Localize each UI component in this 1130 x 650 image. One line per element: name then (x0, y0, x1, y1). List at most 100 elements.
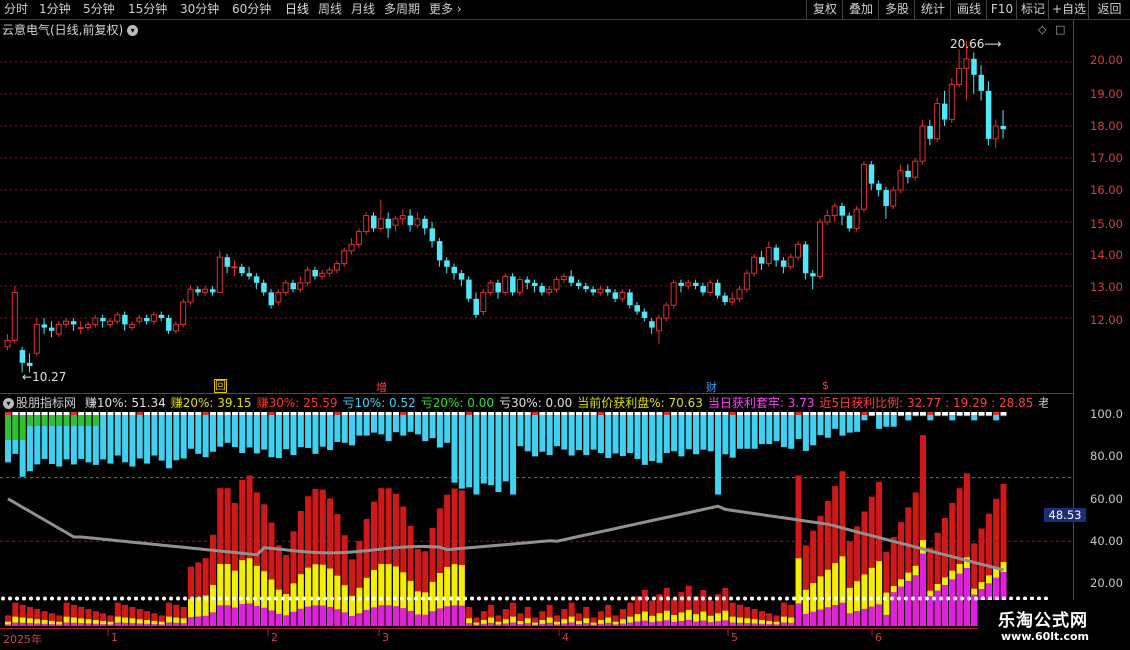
candle-body (77, 327, 84, 330)
baseline-dot (561, 596, 565, 601)
candle-body (41, 324, 48, 328)
top-strip (122, 412, 129, 415)
event-marker-hui[interactable]: 回 (214, 379, 227, 393)
loss-bar (100, 414, 107, 460)
candle-body (502, 275, 509, 293)
profit30-bar (605, 622, 612, 626)
indicator-tick: 80.00 (1090, 449, 1123, 463)
top-strip (824, 412, 831, 415)
loss-bar (253, 414, 260, 454)
arrow-left-icon: ← (22, 370, 33, 384)
candle-body (992, 125, 999, 140)
loss-bar (209, 414, 216, 452)
loss-bar (290, 414, 297, 456)
candle-body (978, 74, 985, 91)
profit30-bar (78, 623, 85, 626)
date-tick: 2025年 (3, 633, 42, 646)
profit30-bar (883, 614, 890, 626)
top-strip (978, 412, 985, 415)
profit30-bar (466, 623, 473, 626)
indicator-name[interactable]: 股朋指标网 (16, 396, 76, 410)
baseline-dot (225, 596, 229, 601)
profit30-bar (715, 621, 722, 626)
loss-bar (166, 414, 173, 469)
baseline-dot (211, 596, 215, 601)
profit30-bar (334, 609, 341, 626)
candle-body (722, 295, 728, 302)
candle-body (655, 317, 662, 332)
top-strip (371, 412, 377, 415)
profit30-bar (766, 624, 773, 626)
top-strip (41, 412, 48, 415)
profit30-bar (341, 612, 348, 626)
baseline-dot (645, 596, 649, 601)
candle-body (385, 218, 392, 229)
candle-body (319, 272, 326, 277)
profit30-bar (63, 622, 70, 626)
loss-bar (839, 414, 846, 436)
candle-body (363, 215, 370, 233)
profit30-bar (729, 622, 736, 626)
baseline-dot (736, 596, 740, 601)
loss-bar (173, 414, 180, 461)
loss20-bar (63, 414, 70, 426)
event-marker-zeng[interactable]: 增 (376, 379, 387, 395)
loss-bar (597, 414, 604, 454)
top-strip (180, 412, 187, 415)
candle-body (700, 286, 706, 293)
profit30-bar (788, 622, 795, 626)
baseline-dot (386, 596, 390, 601)
baseline-dot (540, 596, 544, 601)
candle-body (817, 221, 824, 277)
profit30-bar (554, 624, 560, 626)
loss-bar (414, 414, 421, 435)
loss-bar (758, 414, 765, 445)
top-strip (517, 412, 524, 415)
baseline-dot (519, 596, 523, 601)
candle-body (532, 282, 538, 286)
profit30-bar (275, 613, 282, 626)
candle-body (941, 103, 948, 120)
candle-body (348, 243, 355, 252)
loss20-bar (12, 414, 19, 440)
loss-bar (678, 414, 685, 457)
event-marker-cai[interactable]: 财 (706, 379, 717, 395)
loss-bar (195, 414, 202, 454)
loss-bar (854, 414, 861, 432)
loss-bar (458, 414, 465, 489)
profit30-bar (912, 575, 919, 626)
baseline-dot (820, 596, 824, 601)
top-strip (488, 412, 495, 415)
candle-body (275, 291, 282, 303)
profit30-bar (671, 621, 678, 626)
baseline-dot (855, 596, 859, 601)
top-strip (495, 412, 502, 415)
candle-body (239, 266, 245, 274)
baseline-dot (407, 596, 411, 601)
indicator-tick: 100.0 (1090, 407, 1123, 421)
profit30-bar (195, 616, 202, 626)
profit30-bar (209, 612, 216, 626)
profit30-bar (261, 607, 268, 626)
loss-bar (817, 414, 824, 436)
loss-bar (122, 414, 129, 463)
profit30-bar (268, 610, 275, 626)
indicator-field: 近5日获利比例: 32.77 : 19.29 : 28.85 (819, 396, 1034, 410)
baseline-dot (43, 596, 47, 601)
top-strip (349, 412, 356, 415)
loss20-bar (26, 414, 33, 426)
profit30-bar (649, 622, 656, 626)
indicator-menu-icon[interactable]: ▾ (3, 398, 14, 409)
loss-bar (107, 414, 114, 464)
baseline-dot (260, 596, 264, 601)
candle-body (736, 288, 743, 300)
loss-bar (517, 414, 524, 447)
profit30-bar (854, 611, 861, 626)
event-marker-dollar[interactable]: $ (822, 379, 829, 392)
top-strip (612, 412, 619, 415)
candle-body (11, 291, 18, 341)
loss-bar (378, 414, 385, 435)
profit30-bar (488, 622, 495, 626)
candle-body (399, 215, 406, 220)
baseline-dot (701, 596, 705, 601)
